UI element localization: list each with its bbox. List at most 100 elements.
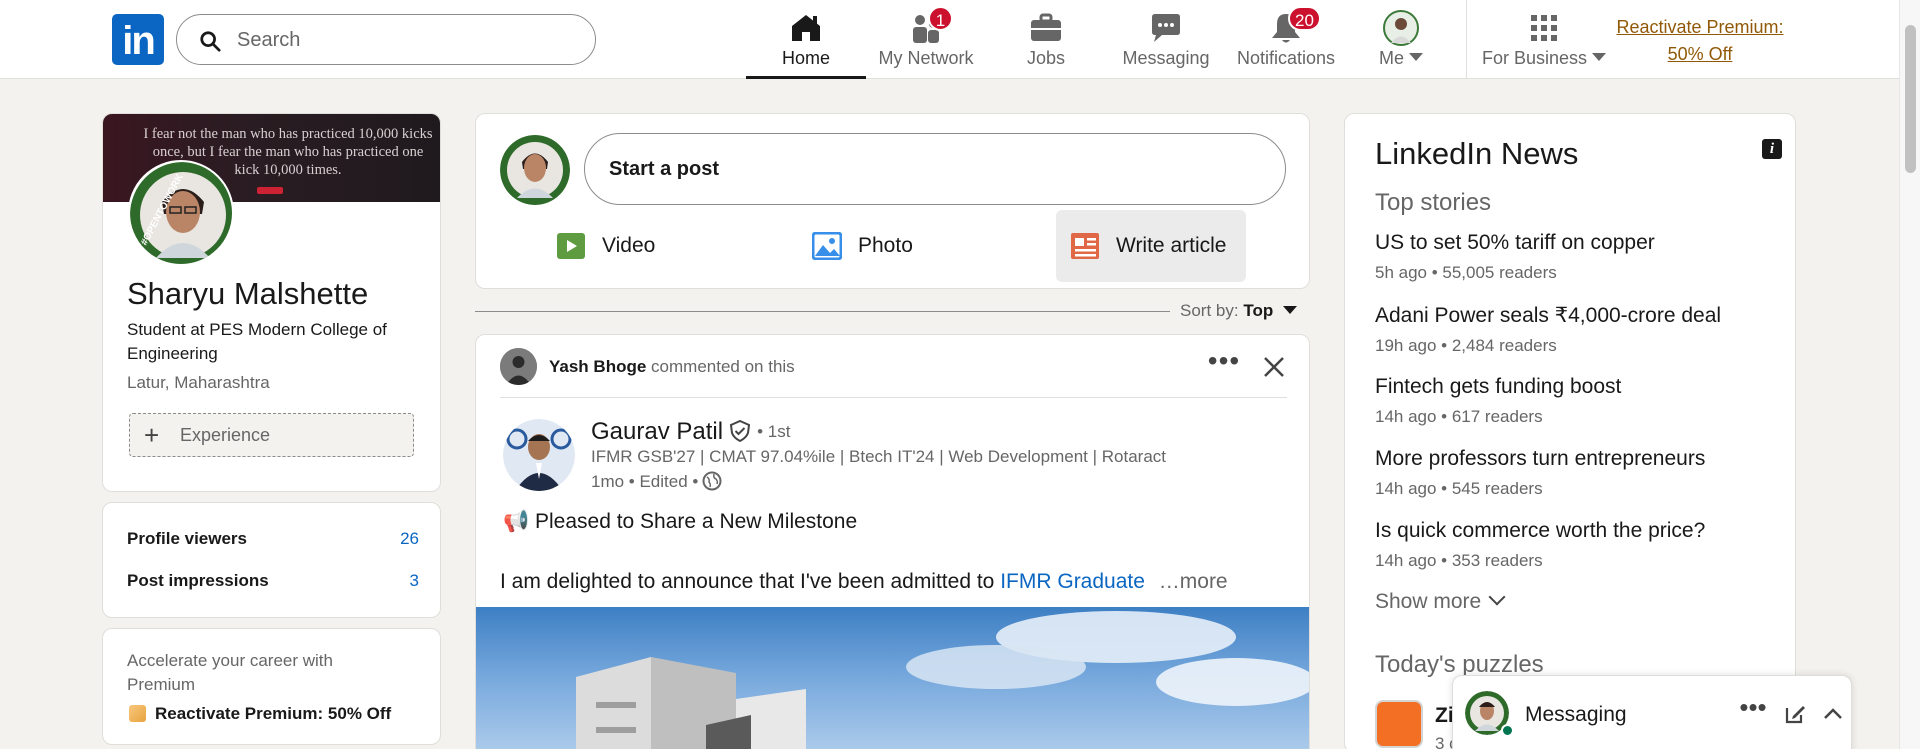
profile-card: I fear not the man who has practiced 10,… (102, 113, 441, 492)
chevron-up-icon[interactable] (1821, 702, 1845, 726)
see-more-link[interactable]: …more (1159, 570, 1228, 593)
premium-link-line1: Reactivate Premium: (1616, 17, 1784, 37)
nav-me-label: Me (1346, 48, 1456, 69)
share-box: Start a post Video Photo Write article (475, 113, 1310, 289)
news-title: LinkedIn News (1375, 136, 1579, 171)
news-headline: More professors turn entrepreneurs (1375, 447, 1706, 470)
connection-degree: • 1st (757, 422, 791, 441)
puzzle-name[interactable]: Zi (1435, 704, 1454, 728)
sort-feed-dropdown[interactable]: Sort by: Top (1180, 301, 1298, 321)
premium-icon (129, 705, 146, 722)
share-avatar[interactable] (500, 135, 570, 205)
news-meta: 5h ago • 55,005 readers (1375, 263, 1557, 282)
globe-icon (702, 471, 722, 491)
profile-viewers-row[interactable]: Profile viewers 26 (127, 529, 419, 549)
profile-name[interactable]: Sharyu Malshette (127, 276, 368, 312)
news-meta: 14h ago • 353 readers (1375, 551, 1543, 570)
commenter-photo (500, 348, 537, 385)
page-scrollbar[interactable] (1899, 0, 1920, 749)
nav-my-network[interactable]: 1 My Network (866, 0, 986, 79)
news-headline: Adani Power seals ₹4,000-crore deal (1375, 304, 1722, 327)
news-item[interactable]: Is quick commerce worth the price? 14h a… (1375, 519, 1775, 571)
search-input[interactable] (237, 25, 577, 55)
reactivate-premium-link[interactable]: Reactivate Premium: 50% Off (1610, 14, 1790, 68)
chevron-down-icon (1488, 588, 1506, 606)
news-subtitle: Top stories (1375, 189, 1492, 216)
nav-home[interactable]: Home (746, 0, 866, 79)
nav-messaging[interactable]: Messaging (1106, 0, 1226, 79)
article-icon (1071, 233, 1099, 259)
post-text-line1: 📢 Pleased to Share a New Milestone (503, 510, 858, 533)
grid-icon (1531, 15, 1557, 41)
author-photo (503, 419, 575, 491)
info-icon[interactable]: i (1762, 139, 1782, 159)
news-headline: Is quick commerce worth the price? (1375, 519, 1706, 542)
premium-link-line2: 50% Off (1667, 44, 1733, 64)
home-icon (792, 15, 820, 41)
post-impressions-row[interactable]: Post impressions 3 (127, 571, 419, 591)
search-box[interactable] (176, 14, 596, 65)
start-a-post-button[interactable]: Start a post (584, 133, 1286, 205)
network-badge: 1 (928, 6, 953, 31)
post-author[interactable]: Gaurav Patil • 1st (591, 418, 790, 446)
ifmr-mention-link[interactable]: IFMR Graduate (1000, 570, 1145, 593)
commenter-name[interactable]: Yash Bhoge (549, 357, 646, 376)
post-impressions-label: Post impressions (127, 571, 269, 590)
news-headline: US to set 50% tariff on copper (1375, 231, 1655, 254)
author-headline: IFMR GSB'27 | CMAT 97.04%ile | Btech IT'… (591, 447, 1166, 466)
me-avatar (1383, 10, 1419, 46)
news-show-more-button[interactable]: Show more (1375, 588, 1506, 614)
messaging-overlay[interactable]: Messaging ••• (1452, 675, 1852, 749)
profile-location: Latur, Maharashtra (127, 373, 270, 392)
profile-stats-card: Profile viewers 26 Post impressions 3 (102, 502, 441, 618)
add-experience-button[interactable]: + Experience (129, 413, 414, 457)
news-item[interactable]: Adani Power seals ₹4,000-crore deal 19h … (1375, 303, 1775, 356)
cover-tag (257, 187, 283, 194)
messaging-label: Messaging (1525, 703, 1627, 726)
nav-notifications[interactable]: 20 Notifications (1226, 0, 1346, 79)
compose-icon[interactable] (1783, 702, 1807, 726)
reactivate-premium-cta[interactable]: Reactivate Premium: 50% Off (129, 704, 391, 724)
zip-puzzle-icon[interactable] (1375, 700, 1423, 748)
premium-upsell-card[interactable]: Accelerate your career with Premium Reac… (102, 628, 441, 745)
linkedin-news-card: LinkedIn News i Top stories US to set 50… (1344, 113, 1796, 749)
profile-viewers-label: Profile viewers (127, 529, 248, 548)
share-video-button[interactable]: Video (542, 210, 692, 282)
write-article-label: Write article (1116, 234, 1227, 257)
premium-upsell-text: Accelerate your career with Premium (127, 651, 333, 694)
post-impressions-count: 3 (409, 571, 419, 590)
author-avatar[interactable] (503, 419, 575, 491)
photo-icon (812, 232, 842, 260)
news-headline: Fintech gets funding boost (1375, 375, 1622, 398)
news-item[interactable]: Fintech gets funding boost 14h ago • 617… (1375, 375, 1775, 427)
post-header-divider (500, 397, 1287, 398)
nav-notifications-label: Notifications (1236, 48, 1336, 68)
nav-for-business[interactable]: For Business (1476, 0, 1612, 79)
share-photo-button[interactable]: Photo (798, 210, 948, 282)
messaging-options-button[interactable]: ••• (1735, 694, 1771, 728)
commenter-avatar[interactable] (500, 348, 537, 385)
news-meta: 14h ago • 545 readers (1375, 479, 1543, 498)
close-icon[interactable] (1256, 349, 1292, 385)
news-item[interactable]: More professors turn entrepreneurs 14h a… (1375, 447, 1775, 499)
plus-icon: + (144, 420, 160, 450)
post-context-header: Yash Bhoge commented on this ••• (476, 335, 1309, 397)
caret-down-icon (1283, 306, 1298, 314)
building-photo (576, 611, 1309, 749)
profile-avatar[interactable]: #OPENTOWORK (128, 160, 234, 266)
video-icon (557, 233, 585, 259)
nav-jobs[interactable]: Jobs (986, 0, 1106, 79)
author-name[interactable]: Gaurav Patil (591, 418, 723, 445)
linkedin-logo[interactable]: in (112, 14, 164, 65)
post-more-options-button[interactable]: ••• (1204, 347, 1244, 385)
chevron-down-icon (1409, 53, 1424, 61)
post-context-text: Yash Bhoge commented on this (549, 357, 795, 377)
write-article-button[interactable]: Write article (1056, 210, 1246, 282)
post-image[interactable] (476, 607, 1309, 749)
top-navigation-bar: in Home 1 My Network Jobs (0, 0, 1920, 79)
nav-me[interactable]: Me (1346, 0, 1456, 79)
news-item[interactable]: US to set 50% tariff on copper 5h ago • … (1375, 231, 1775, 283)
news-meta: 19h ago • 2,484 readers (1375, 336, 1557, 355)
scrollbar-thumb[interactable] (1905, 25, 1916, 173)
photo-label: Photo (858, 234, 913, 257)
